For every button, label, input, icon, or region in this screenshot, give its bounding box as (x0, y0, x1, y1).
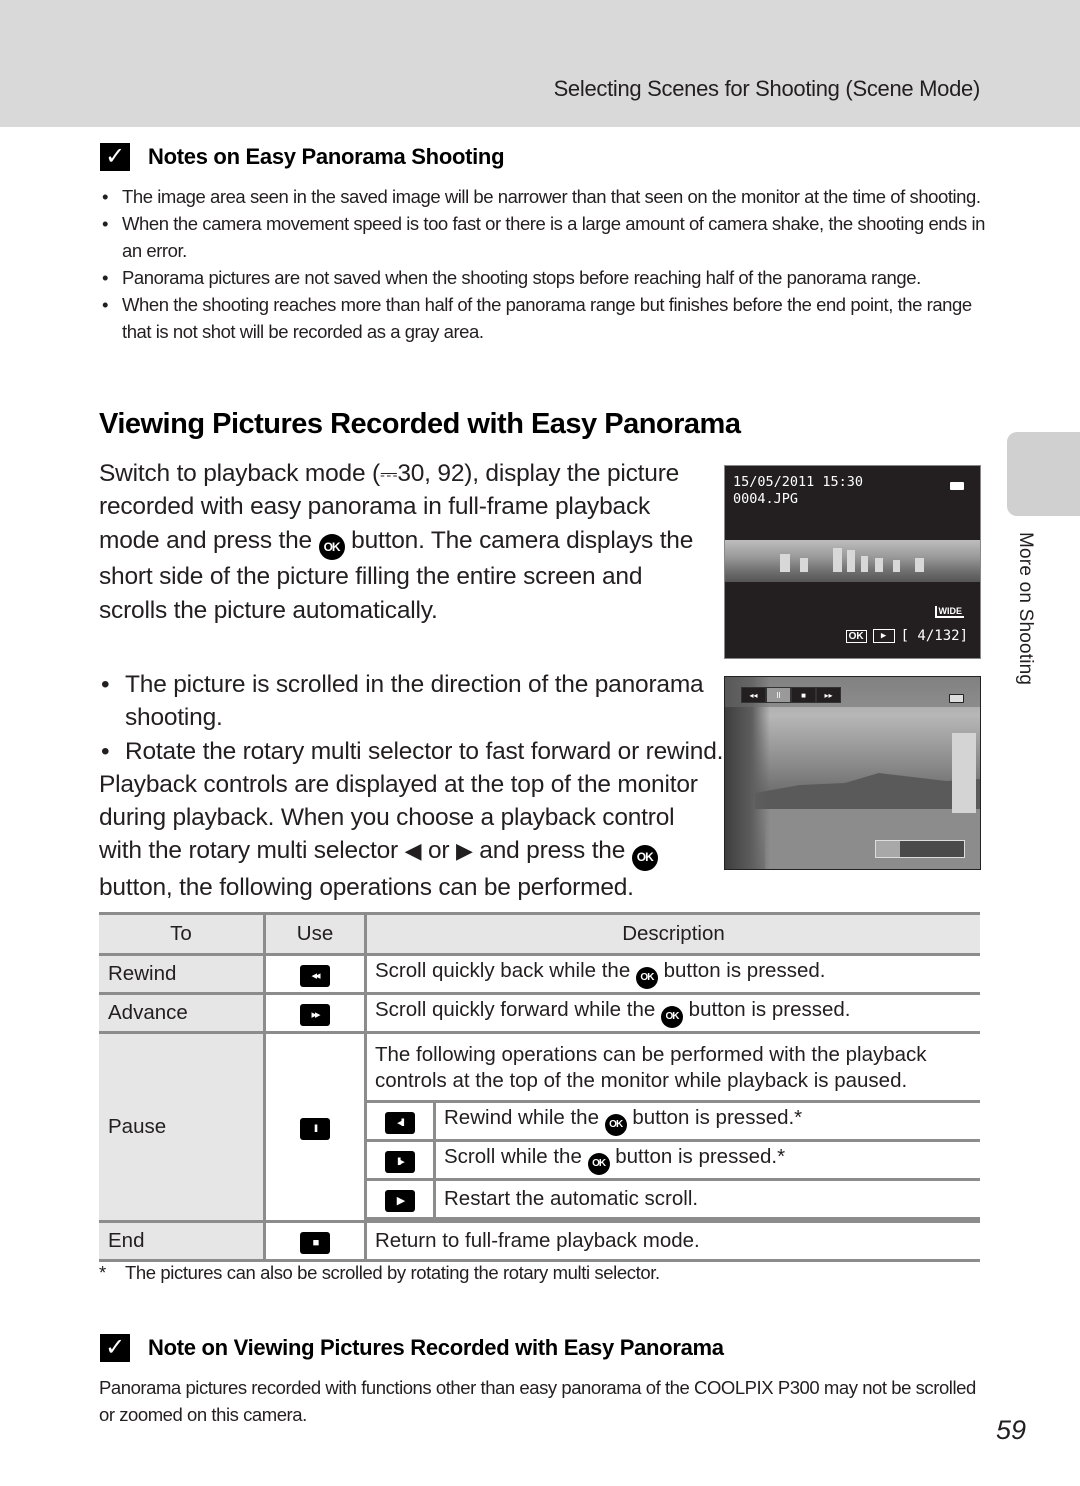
desc-b: button is pressed.* (626, 1106, 803, 1130)
row-to: Advance (99, 993, 265, 1034)
playback-paragraph: The picture is scrolled in the direction… (99, 668, 723, 905)
row-to: Pause (99, 1032, 265, 1223)
notes-bullets: The image area seen in the saved image w… (100, 183, 985, 345)
header-band: Selecting Scenes for Shooting (Scene Mod… (0, 0, 1080, 127)
screen-datetime-filename: 15/05/2011 15:30 0004.JPG (733, 474, 863, 508)
row-description: Scroll quickly forward while the OK butt… (365, 993, 980, 1034)
right-arrow-icon: ▶ (455, 838, 473, 864)
desc-a: Scroll quickly back while the (375, 959, 636, 983)
screen-filename: 0004.JPG (733, 491, 799, 507)
pause-control-icon[interactable]: II (766, 687, 791, 703)
desc-a: Scroll while the (444, 1145, 588, 1169)
or-text: or (421, 837, 456, 865)
battery-icon (949, 694, 964, 703)
camera-screen-full-frame: 15/05/2011 15:30 0004.JPG WIDE OK ▶ [ 4/… (724, 465, 981, 659)
header-to: To (99, 912, 265, 956)
notes-bullet: The image area seen in the saved image w… (100, 183, 985, 210)
notes-bullet: Panorama pictures are not saved when the… (100, 264, 985, 291)
intro-paragraph: Switch to playback mode (⎓30, 92), displ… (99, 457, 709, 627)
check-icon: ✓ (100, 1334, 130, 1362)
rewind-control-icon[interactable]: ◂◂ (741, 687, 766, 703)
rewind-icon: ◂◂ (300, 964, 330, 987)
ok-button-icon: OK (635, 966, 658, 989)
ok-button-icon: OK (604, 1113, 627, 1136)
scroll-bullet: The picture is scrolled in the direction… (99, 668, 709, 735)
rotate-bullet: Rotate the rotary multi selector to fast… (99, 735, 723, 769)
footnote-text: The pictures can also be scrolled by rot… (125, 1262, 660, 1283)
desc-b: button is pressed. (682, 998, 851, 1022)
stop-icon: ■ (300, 1232, 330, 1254)
row-to: Rewind (99, 954, 265, 995)
table-row-rewind: Rewind ◂◂ Scroll quickly back while the … (99, 954, 980, 995)
wide-panorama-icon: WIDE (934, 606, 964, 618)
screen-datetime: 15/05/2011 15:30 (733, 474, 864, 490)
scene-water (765, 809, 980, 869)
playback-controls-text: Playback controls are displayed at the t… (99, 768, 709, 905)
footnote: * The pictures can also be scrolled by ro… (99, 1262, 660, 1284)
table-row-pause: Pause II The following operations can be… (99, 1032, 980, 1223)
pause-subtable: ◂II Rewind while the OK button is presse… (367, 1100, 980, 1220)
playback-controls: ◂◂ II ■ ▸▸ (741, 687, 841, 703)
footnote-marker: * (99, 1262, 106, 1283)
header-use: Use (263, 912, 367, 956)
table-row-advance: Advance ▸▸ Scroll quickly forward while … (99, 993, 980, 1034)
ok-button-icon: OK (660, 1005, 683, 1028)
desc-a: Restart the automatic scroll. (434, 1178, 980, 1220)
forward-control-icon[interactable]: ▸▸ (816, 687, 841, 703)
frame-advance-icon: II▸ (385, 1150, 415, 1173)
fast-forward-icon: ▸▸ (300, 1003, 330, 1026)
side-tab (1007, 432, 1080, 516)
para-text-b: and press the (472, 837, 632, 865)
frame-rewind-icon: ◂II (385, 1111, 415, 1134)
play-icon: ▶ (872, 629, 895, 643)
notes-bullet: When the camera movement speed is too fa… (100, 210, 985, 264)
scroll-position-indicator (875, 840, 965, 858)
intro-text-1: Switch to playback mode ( (99, 460, 380, 487)
screen-status-row: OK ▶ [ 4/132] (845, 628, 968, 644)
header-description: Description (365, 912, 980, 956)
note-viewing-heading-text: Note on Viewing Pictures Recorded with E… (148, 1335, 724, 1360)
frame-counter: [ 4/132] (900, 628, 968, 644)
para-text-c: button, the following operations can be … (99, 874, 634, 902)
notes-heading: ✓ Notes on Easy Panorama Shooting (100, 143, 505, 171)
row-description: Scroll quickly back while the OK button … (365, 954, 980, 995)
check-icon: ✓ (100, 143, 130, 171)
scroll-position-fill (876, 841, 900, 857)
notes-heading-text: Notes on Easy Panorama Shooting (148, 144, 505, 169)
note-viewing-text: Panorama pictures recorded with function… (99, 1377, 976, 1425)
section-title: Viewing Pictures Recorded with Easy Pano… (99, 408, 741, 440)
desc-b: button is pressed.* (609, 1145, 786, 1169)
panorama-thumbnail (725, 540, 980, 582)
desc-b: button is pressed. (657, 959, 826, 983)
note-viewing-heading: ✓ Note on Viewing Pictures Recorded with… (100, 1334, 724, 1362)
ok-button-icon: OK (587, 1152, 610, 1175)
table-row-end: End ■ Return to full-frame playback mode… (99, 1221, 980, 1262)
ok-button-icon: OK (631, 845, 658, 872)
running-head: Selecting Scenes for Shooting (Scene Mod… (553, 76, 981, 101)
desc-a: Rewind while the (444, 1106, 605, 1130)
scene-hills (755, 773, 980, 809)
ok-icon: OK (845, 629, 867, 643)
desc-a: Scroll quickly forward while the (375, 998, 661, 1022)
play-icon: ▶ (385, 1189, 415, 1212)
operations-table: To Use Description Rewind ◂◂ Scroll quic… (99, 912, 980, 1262)
battery-icon (950, 482, 964, 490)
stop-control-icon[interactable]: ■ (791, 687, 816, 703)
pause-subrow: ◂II Rewind while the OK button is presse… (367, 1100, 980, 1142)
page-number: 59 (996, 1415, 1027, 1445)
left-arrow-icon: ◀ (404, 838, 422, 864)
scene-building (952, 733, 976, 813)
notes-bullet: When the shooting reaches more than half… (100, 291, 985, 345)
row-description: Return to full-frame playback mode. (365, 1221, 980, 1262)
book-reference-icon: ⎓ (379, 461, 398, 486)
pause-intro: The following operations can be performe… (375, 1043, 927, 1092)
pause-icon: II (300, 1118, 330, 1140)
ok-button-icon: OK (318, 534, 345, 561)
camera-screen-scrolling: ◂◂ II ■ ▸▸ (724, 676, 981, 870)
pause-description: The following operations can be performe… (365, 1032, 980, 1223)
side-tab-label: More on Shooting (1015, 532, 1036, 686)
pause-subrow: ▶ Restart the automatic scroll. (367, 1178, 980, 1220)
row-to: End (99, 1221, 265, 1262)
pause-subrow: II▸ Scroll while the OK button is presse… (367, 1139, 980, 1181)
